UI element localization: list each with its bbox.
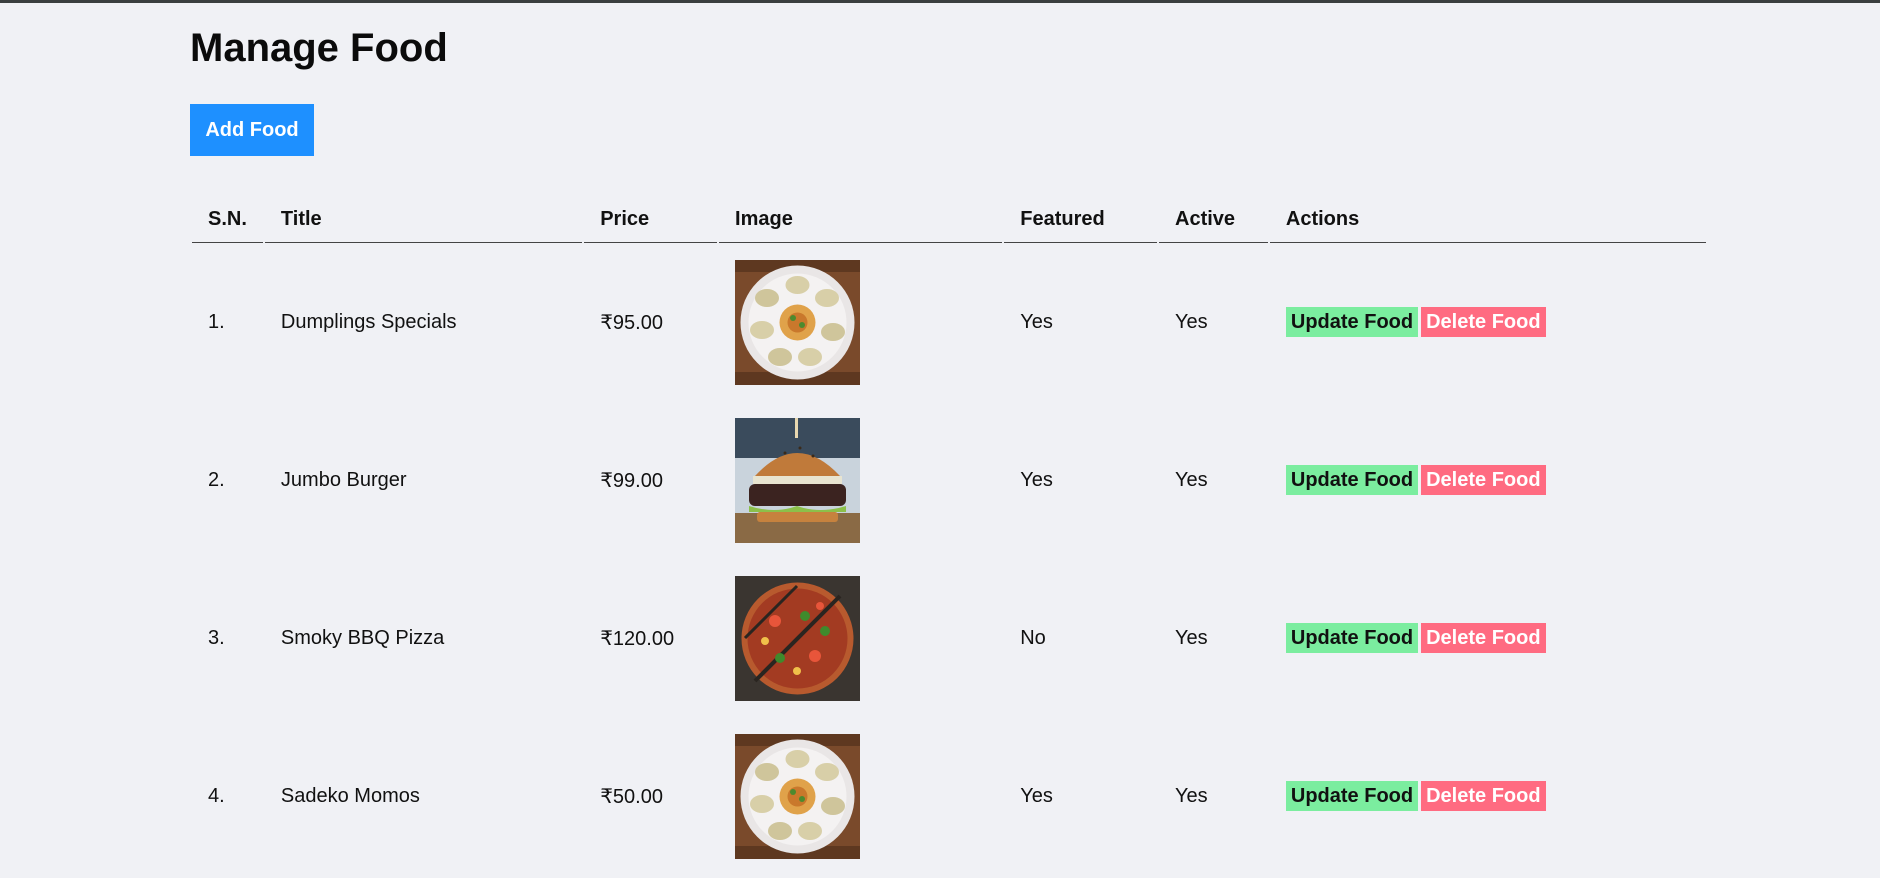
cell-active: Yes (1175, 310, 1208, 333)
cell-price: ₹95.00 (600, 311, 663, 334)
cell-active: Yes (1175, 468, 1208, 491)
cell-featured: No (1020, 626, 1046, 649)
header-active: Active (1159, 196, 1268, 243)
cell-active: Yes (1175, 784, 1208, 807)
table-header-row: S.N. Title Price Image Featured Active A… (192, 196, 1706, 243)
header-actions: Actions (1269, 196, 1706, 243)
cell-title: Jumbo Burger (280, 468, 407, 491)
update-food-button[interactable]: Update Food (1285, 465, 1419, 495)
header-featured: Featured (1004, 196, 1157, 243)
cell-image (719, 717, 1002, 875)
table-row: 4. Sadeko Momos ₹50.00 Yes Yes Update Fo… (192, 717, 1706, 875)
update-food-button[interactable]: Update Food (1285, 307, 1419, 337)
table-row: 1. Dumplings Specials ₹95.00 Yes Yes Upd… (192, 243, 1706, 401)
cell-title: Dumplings Specials (280, 310, 457, 333)
header-title: Title (264, 196, 583, 243)
header-price: Price (584, 196, 718, 243)
cell-featured: Yes (1020, 310, 1053, 333)
page-title: Manage Food (190, 26, 448, 70)
delete-food-button[interactable]: Delete Food (1421, 781, 1546, 811)
cell-actions: Update Food Delete Food (1270, 559, 1706, 717)
cell-price: ₹120.00 (600, 627, 675, 650)
update-food-button[interactable]: Update Food (1285, 781, 1419, 811)
cell-featured: Yes (1020, 468, 1053, 491)
cell-image (719, 559, 1002, 717)
cell-image (719, 243, 1002, 401)
cell-active: Yes (1175, 626, 1208, 649)
food-table: S.N. Title Price Image Featured Active A… (190, 196, 1708, 875)
cell-title: Sadeko Momos (280, 784, 420, 807)
burger-image (735, 417, 861, 543)
update-food-button[interactable]: Update Food (1285, 623, 1419, 653)
dumplings-image (735, 259, 861, 385)
cell-sn: 2. (208, 468, 225, 491)
table-row: 3. Smoky BBQ Pizza ₹120.00 No Yes Update… (192, 559, 1706, 717)
cell-sn: 1. (208, 310, 225, 333)
cell-price: ₹99.00 (600, 469, 663, 492)
top-border (0, 0, 1880, 3)
cell-image (719, 401, 1002, 559)
cell-featured: Yes (1020, 784, 1053, 807)
cell-actions: Update Food Delete Food (1270, 717, 1706, 875)
delete-food-button[interactable]: Delete Food (1421, 307, 1546, 337)
header-sn: S.N. (192, 196, 263, 243)
add-food-button[interactable]: Add Food (190, 104, 314, 156)
cell-actions: Update Food Delete Food (1270, 401, 1706, 559)
cell-title: Smoky BBQ Pizza (280, 626, 445, 649)
cell-sn: 3. (208, 626, 225, 649)
table-row: 2. Jumbo Burger ₹99.00 Yes Yes Update Fo… (192, 401, 1706, 559)
momos-image (735, 733, 861, 859)
cell-price: ₹50.00 (600, 785, 663, 808)
cell-actions: Update Food Delete Food (1270, 243, 1706, 401)
cell-sn: 4. (208, 784, 225, 807)
header-image: Image (719, 196, 1003, 243)
pizza-image (735, 575, 861, 701)
delete-food-button[interactable]: Delete Food (1421, 623, 1546, 653)
delete-food-button[interactable]: Delete Food (1421, 465, 1546, 495)
